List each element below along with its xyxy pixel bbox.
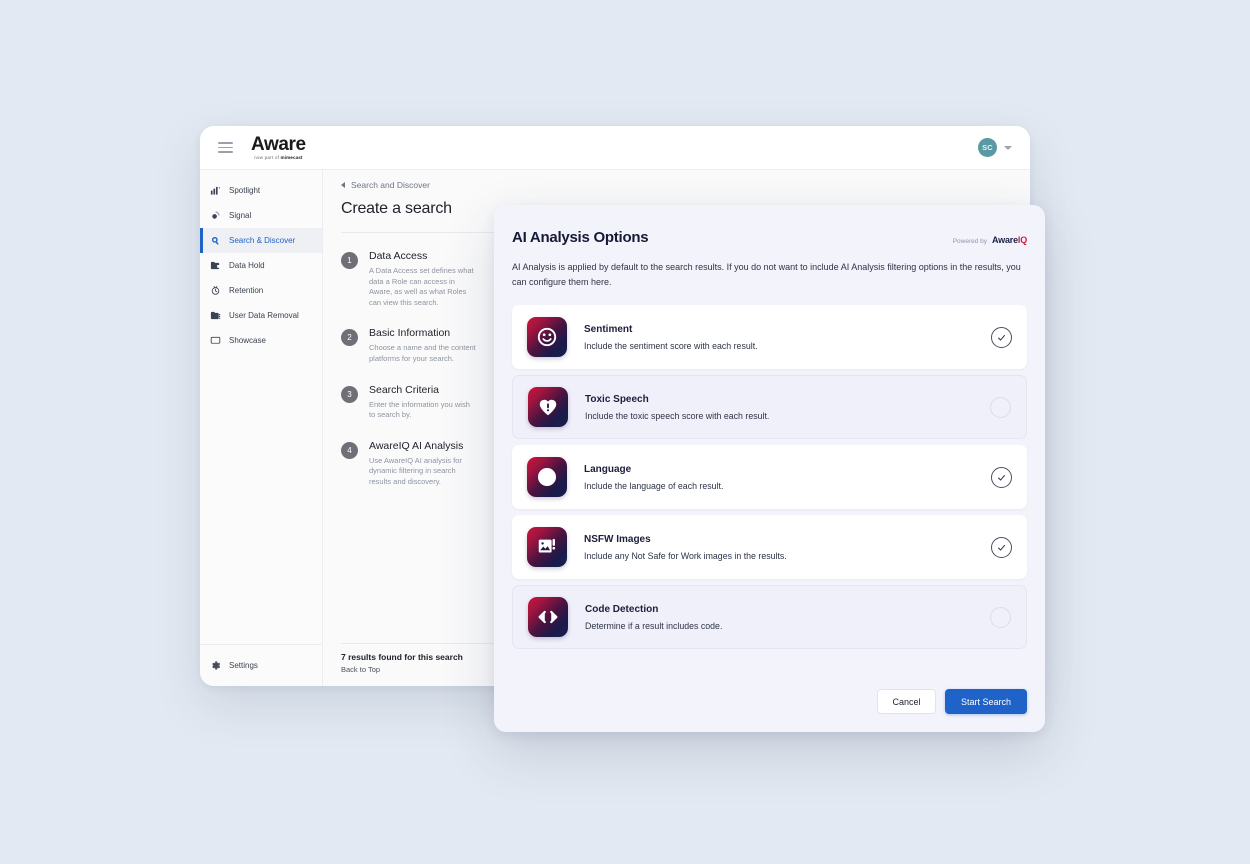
awareiq-wordmark: AwareIQ [992, 235, 1027, 245]
chevron-left-icon [341, 182, 345, 188]
hamburger-icon[interactable] [218, 142, 233, 153]
step-title: Data Access [369, 250, 428, 262]
cancel-button[interactable]: Cancel [877, 689, 936, 714]
bar-chart-icon [210, 185, 221, 196]
powered-by-awareiq: Powered by AwareIQ [953, 235, 1027, 245]
sidebar-item-showcase[interactable]: Showcase [200, 328, 322, 353]
sidebar-item-settings[interactable]: Settings [200, 644, 323, 686]
option-toggle-unchecked[interactable] [990, 396, 1011, 418]
sidebar-item-user-data-removal[interactable]: User Data Removal [200, 303, 322, 328]
sidebar-item-label: Spotlight [229, 185, 261, 195]
sidebar-item-data-hold[interactable]: Data Hold [200, 253, 322, 278]
analysis-option-list: Sentiment Include the sentiment score wi… [512, 305, 1027, 649]
search-magnifier-icon [210, 235, 221, 246]
signal-pulse-icon [210, 210, 221, 221]
globe-icon [527, 457, 567, 497]
page-title: Create a search [341, 200, 452, 217]
sidebar-item-retention[interactable]: Retention [200, 278, 322, 303]
option-name: Toxic Speech [585, 393, 649, 405]
option-description: Determine if a result includes code. [585, 620, 723, 631]
brand-name: Aware [251, 133, 306, 155]
awareiq-iq: IQ [1017, 235, 1027, 245]
option-row-nsfw-images[interactable]: NSFW Images Include any Not Safe for Wor… [512, 515, 1027, 579]
start-search-button[interactable]: Start Search [945, 689, 1027, 714]
sidebar-nav-list: Spotlight Signal Search & Discover Data … [200, 170, 322, 353]
step-number: 3 [341, 385, 358, 403]
monitor-icon [210, 335, 221, 346]
option-toggle-checked[interactable] [991, 536, 1012, 558]
ai-analysis-options-dialog: AI Analysis Options Powered by AwareIQ A… [494, 205, 1045, 732]
option-description: Include the language of each result. [584, 480, 724, 491]
topbar-right-group: SC [978, 138, 1012, 157]
option-toggle-checked[interactable] [991, 326, 1012, 348]
option-name: Language [584, 463, 632, 475]
dialog-title: AI Analysis Options [512, 229, 649, 246]
sidebar-item-label: Data Hold [229, 260, 265, 270]
dialog-header: AI Analysis Options Powered by AwareIQ [512, 205, 1027, 246]
smiley-face-icon [527, 317, 567, 357]
sidebar: Spotlight Signal Search & Discover Data … [200, 170, 323, 686]
sidebar-item-label: Retention [229, 285, 264, 295]
step-description: Enter the information you wish to search… [369, 399, 470, 420]
folder-user-icon [210, 310, 221, 321]
option-description: Include any Not Safe for Work images in … [584, 550, 787, 561]
step-number: 2 [341, 329, 358, 347]
option-description: Include the toxic speech score with each… [585, 410, 770, 421]
sidebar-item-search-and-discover[interactable]: Search & Discover [200, 228, 322, 253]
option-row-code-detection[interactable]: Code Detection Determine if a result inc… [512, 585, 1027, 649]
dialog-description: AI Analysis is applied by default to the… [512, 262, 1021, 287]
folder-lock-icon [210, 260, 221, 271]
step-title: Search Criteria [369, 383, 440, 396]
option-text-group: Toxic Speech Include the toxic speech sc… [585, 393, 990, 422]
heart-alert-icon [528, 387, 568, 427]
sidebar-item-signal[interactable]: Signal [200, 203, 322, 228]
breadcrumb[interactable]: Search and Discover [341, 180, 430, 190]
brand-sub-company: mimecast [280, 154, 303, 160]
option-text-group: NSFW Images Include any Not Safe for Wor… [584, 533, 991, 562]
settings-label: Settings [229, 661, 258, 670]
option-description: Include the sentiment score with each re… [584, 340, 758, 351]
dialog-actions: Cancel Start Search [877, 689, 1027, 714]
breadcrumb-label: Search and Discover [351, 180, 430, 190]
step-description: A Data Access set defines what data a Ro… [369, 266, 474, 307]
option-text-group: Language Include the language of each re… [584, 463, 991, 492]
option-name: Code Detection [585, 603, 659, 615]
gear-icon [210, 660, 221, 671]
back-to-top-link[interactable]: Back to Top [341, 665, 380, 674]
step-description: Use AwareIQ AI analysis for dynamic filt… [369, 455, 462, 486]
option-row-sentiment[interactable]: Sentiment Include the sentiment score wi… [512, 305, 1027, 369]
brand-subtitle: now part of mimecast [254, 155, 302, 160]
option-name: Sentiment [584, 323, 633, 335]
option-toggle-unchecked[interactable] [990, 606, 1011, 628]
sidebar-item-label: User Data Removal [229, 310, 299, 320]
step-title: Basic Information [369, 327, 451, 340]
sidebar-item-label: Signal [229, 210, 252, 220]
option-text-group: Sentiment Include the sentiment score wi… [584, 323, 991, 352]
step-title: AwareIQ AI Analysis [369, 439, 464, 452]
top-bar: Aware now part of mimecast SC [200, 126, 1030, 170]
brand-sub-prefix: now part of [254, 154, 281, 160]
aware-logo: Aware now part of mimecast [251, 133, 306, 160]
awareiq-aware: Aware [992, 235, 1018, 245]
chevron-down-icon[interactable] [1004, 145, 1012, 150]
image-alert-icon [527, 527, 567, 567]
option-row-toxic-speech[interactable]: Toxic Speech Include the toxic speech sc… [512, 375, 1027, 439]
step-description: Choose a name and the content platforms … [369, 343, 476, 363]
step-number: 4 [341, 441, 358, 459]
sidebar-item-label: Search & Discover [229, 235, 296, 245]
avatar[interactable]: SC [978, 138, 997, 157]
step-number: 1 [341, 252, 358, 269]
sidebar-item-label: Showcase [229, 335, 266, 345]
option-text-group: Code Detection Determine if a result inc… [585, 603, 990, 632]
option-row-language[interactable]: Language Include the language of each re… [512, 445, 1027, 509]
powered-by-label: Powered by [952, 238, 988, 245]
sidebar-item-spotlight[interactable]: Spotlight [200, 178, 322, 203]
option-toggle-checked[interactable] [991, 466, 1012, 488]
option-name: NSFW Images [584, 533, 651, 545]
results-count: 7 results found for this search [341, 652, 463, 662]
clock-retention-icon [210, 285, 221, 296]
code-brackets-icon [528, 597, 568, 637]
